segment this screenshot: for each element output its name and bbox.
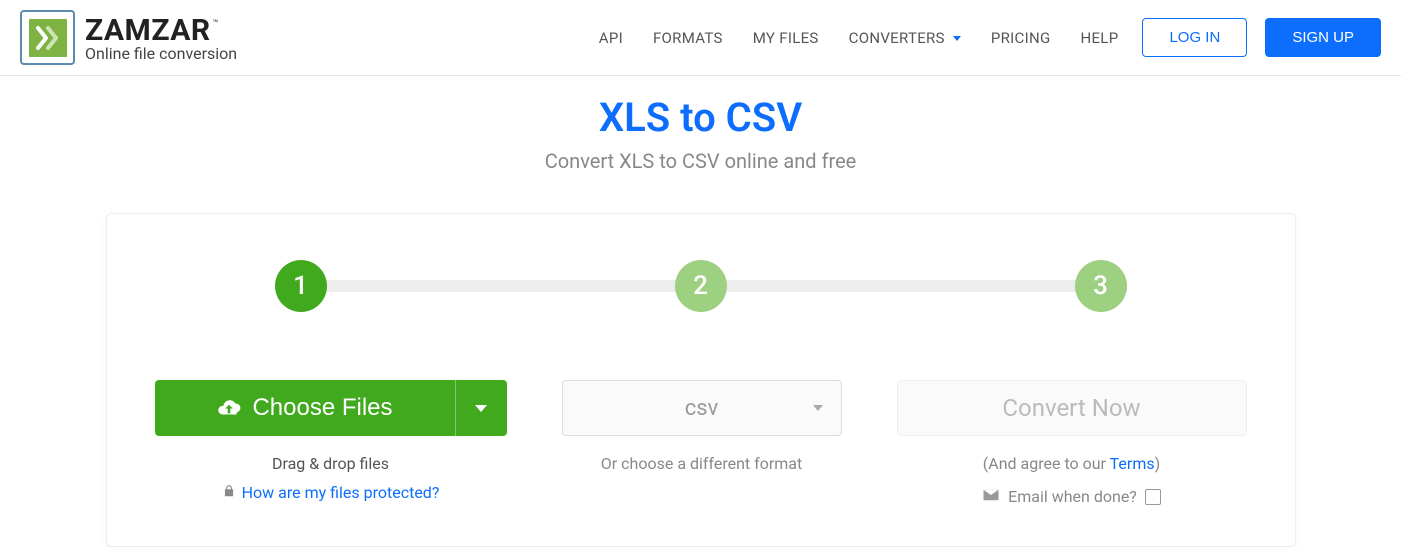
- chevron-down-icon: [475, 405, 487, 412]
- trademark-icon: ™: [213, 19, 219, 29]
- signup-button[interactable]: SIGN UP: [1265, 18, 1381, 57]
- convert-now-label: Convert Now: [1002, 394, 1140, 422]
- lock-icon: [222, 483, 236, 502]
- choose-files-label: Choose Files: [252, 394, 392, 422]
- page-subtitle: Convert XLS to CSV online and free: [0, 149, 1401, 173]
- choose-files-dropdown-button[interactable]: [455, 380, 507, 436]
- drag-drop-hint: Drag & drop files: [155, 454, 507, 473]
- step-1-badge: 1: [275, 260, 327, 312]
- login-button[interactable]: LOG IN: [1142, 18, 1247, 57]
- terms-link[interactable]: Terms: [1110, 454, 1155, 473]
- nav-pricing[interactable]: PRICING: [985, 21, 1057, 55]
- files-protected-row: How are my files protected?: [155, 483, 507, 502]
- brand-name: ZAMZAR: [85, 13, 211, 48]
- logo-icon: [20, 10, 75, 65]
- nav-converters[interactable]: CONVERTERS: [843, 21, 967, 55]
- format-select-value: csv: [685, 396, 719, 421]
- email-checkbox[interactable]: [1145, 489, 1161, 505]
- converter-card: 1 2 3 Choose Files Drag & drop files: [106, 213, 1296, 547]
- step-3-badge: 3: [1075, 260, 1127, 312]
- actions-row: Choose Files Drag & drop files How are m…: [155, 380, 1247, 506]
- nav-formats[interactable]: FORMATS: [647, 21, 729, 55]
- cloud-upload-icon: [216, 395, 242, 421]
- chevron-down-icon: [953, 36, 961, 41]
- page-title: XLS to CSV: [0, 94, 1401, 141]
- email-row: Email when done?: [897, 487, 1247, 506]
- terms-prefix: (And agree to our: [983, 454, 1110, 473]
- nav-converters-label: CONVERTERS: [849, 29, 945, 47]
- nav-api[interactable]: API: [593, 21, 629, 55]
- mail-icon: [982, 487, 1000, 506]
- email-label: Email when done?: [1008, 487, 1137, 506]
- step-2-col: csv Or choose a different format: [537, 380, 867, 506]
- step-3-col: Convert Now (And agree to our Terms) Ema…: [897, 380, 1247, 506]
- choose-files-button[interactable]: Choose Files: [155, 380, 455, 436]
- chevron-down-icon: [813, 405, 823, 411]
- nav-help[interactable]: HELP: [1074, 21, 1124, 55]
- step-1-col: Choose Files Drag & drop files How are m…: [155, 380, 507, 506]
- terms-suffix: ): [1155, 454, 1161, 473]
- files-protected-link[interactable]: How are my files protected?: [242, 483, 440, 502]
- logo-text: ZAMZAR™ Online file conversion: [85, 13, 237, 63]
- step-2-badge: 2: [675, 260, 727, 312]
- steps-row: 1 2 3: [275, 260, 1127, 312]
- nav-myfiles[interactable]: MY FILES: [747, 21, 825, 55]
- nav-right: API FORMATS MY FILES CONVERTERS PRICING …: [593, 18, 1381, 57]
- terms-row: (And agree to our Terms): [897, 454, 1247, 473]
- navbar: ZAMZAR™ Online file conversion API FORMA…: [0, 0, 1401, 76]
- format-hint: Or choose a different format: [537, 454, 867, 473]
- format-select[interactable]: csv: [562, 380, 842, 436]
- chevrons-right-icon: [32, 22, 64, 54]
- logo-area[interactable]: ZAMZAR™ Online file conversion: [20, 10, 237, 65]
- convert-now-button[interactable]: Convert Now: [897, 380, 1247, 436]
